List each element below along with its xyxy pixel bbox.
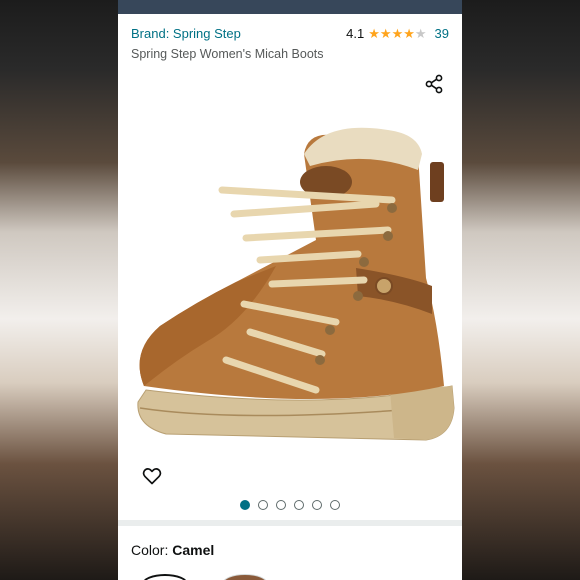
product-header: Brand: Spring Step Spring Step Women's M… xyxy=(118,14,462,68)
product-title: Spring Step Women's Micah Boots xyxy=(131,47,324,61)
heart-icon xyxy=(142,468,162,485)
star-rating: ★ ★ ★ ★ ★ xyxy=(368,27,426,40)
rating-count[interactable]: 39 xyxy=(435,26,449,41)
star-icon: ★ xyxy=(414,26,427,41)
image-pagination xyxy=(118,500,462,510)
star-icon: ★ xyxy=(403,26,415,41)
background-blur-left xyxy=(0,0,118,580)
pagination-dot[interactable] xyxy=(276,500,286,510)
product-image-gallery[interactable] xyxy=(118,68,462,510)
pagination-dot[interactable] xyxy=(312,500,322,510)
wishlist-button[interactable] xyxy=(136,460,168,492)
pagination-dot[interactable] xyxy=(240,500,250,510)
rating-summary[interactable]: 4.1 ★ ★ ★ ★ ★ 39 xyxy=(346,26,449,41)
product-page: Brand: Spring Step Spring Step Women's M… xyxy=(118,0,462,580)
color-swatch[interactable] xyxy=(142,574,188,580)
color-swatch[interactable] xyxy=(222,574,268,580)
color-value: Camel xyxy=(172,542,215,558)
background-blur-right xyxy=(462,0,580,580)
color-selector-label: Color: Camel xyxy=(131,542,214,558)
share-button[interactable] xyxy=(418,68,450,100)
pagination-dot[interactable] xyxy=(294,500,304,510)
top-bar xyxy=(118,0,462,14)
product-image xyxy=(137,127,455,441)
rating-value: 4.1 xyxy=(346,26,365,41)
section-divider xyxy=(118,520,462,526)
color-label: Color: xyxy=(131,542,173,558)
pagination-dot[interactable] xyxy=(330,500,340,510)
star-icon: ★ xyxy=(379,26,392,41)
share-icon xyxy=(425,74,443,94)
star-icon: ★ xyxy=(391,26,404,41)
pagination-dot[interactable] xyxy=(258,500,268,510)
star-icon: ★ xyxy=(368,26,380,41)
